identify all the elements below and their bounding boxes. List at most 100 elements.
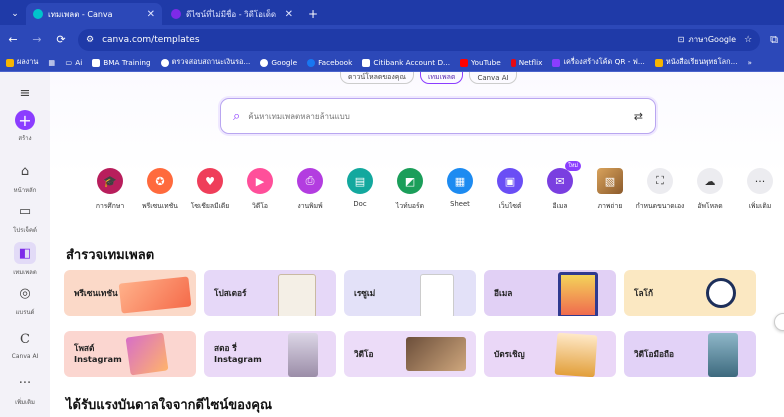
bookmark-item[interactable]: Google xyxy=(260,58,297,67)
sidebar-item-projects[interactable]: ▭ โปรเจ็คต์ xyxy=(0,200,50,235)
tab-search-icon[interactable]: ⌄ xyxy=(4,3,26,25)
doc-icon: ▤ xyxy=(347,168,373,194)
bookmark-item[interactable]: หนังสือเรียนพุทธโลก... xyxy=(654,57,738,68)
search-mode-tabs: ดาวน์โหลดของคุณ เทมเพลต Canva AI xyxy=(340,72,517,84)
tab-templates[interactable]: เทมเพลต xyxy=(420,72,464,84)
template-tile-resume[interactable]: เรซูเม่ xyxy=(344,270,476,316)
template-tile-email[interactable]: อีเมล xyxy=(484,270,616,316)
upload-icon: ☁ xyxy=(697,168,723,194)
template-tile-poster[interactable]: โปสเตอร์ xyxy=(204,270,336,316)
template-tile-instagram-post[interactable]: โพสต์ Instagram xyxy=(64,331,196,377)
tab-your-content[interactable]: ดาวน์โหลดของคุณ xyxy=(340,72,414,84)
bookmark-item[interactable]: ▭ Ai xyxy=(65,58,82,67)
canva-ai-icon: C xyxy=(20,331,30,347)
search-icon: ⌕ xyxy=(233,108,241,124)
site-info-icon[interactable]: ⚙ xyxy=(86,35,94,45)
more-bookmarks-icon[interactable]: » xyxy=(748,58,752,67)
tile-label: เรซูเม่ xyxy=(354,287,376,298)
brand-icon: ◎ xyxy=(19,285,31,301)
facebook-icon xyxy=(307,58,316,67)
bookmarks-bar: ผลงาน ▦ ▭ Ai BMA Training ตรวจสอบสถานะเงิ… xyxy=(0,54,784,72)
templates-icon: ◧ xyxy=(14,242,36,264)
sidebar-item-label: สร้าง xyxy=(18,135,32,142)
resume-thumbnail xyxy=(420,274,454,316)
template-tile-logo[interactable]: โลโก้ xyxy=(624,270,756,316)
sidebar-item-create[interactable]: + สร้าง xyxy=(0,110,50,143)
template-search-box[interactable]: ⌕ ค้นหาเทมเพลตหลายล้านแบบ ⇄ xyxy=(220,98,656,134)
video-icon: ▶ xyxy=(247,168,273,194)
tile-label: วิดีโอมือถือ xyxy=(634,348,674,359)
social-media-icon: ♥ xyxy=(197,168,223,194)
invitation-thumbnail xyxy=(554,332,598,377)
inspiration-heading: ได้รับแรงบันดาลใจจากดีไซน์ของคุณ xyxy=(66,398,273,413)
bookmark-item[interactable]: Netflix xyxy=(510,58,542,67)
sidebar-item-brand[interactable]: ◎ แบรนด์ xyxy=(0,282,50,317)
presentation-thumbnail xyxy=(118,276,192,314)
translate-button[interactable]: ⊡ ภาษาGoogle xyxy=(678,33,736,46)
instagram-story-thumbnail xyxy=(288,333,318,377)
website-icon: ▣ xyxy=(497,168,523,194)
canva-favicon-icon xyxy=(33,9,43,19)
search-input[interactable]: ค้นหาเทมเพลตหลายล้านแบบ xyxy=(248,110,626,123)
new-tab-button[interactable]: + xyxy=(302,3,324,25)
sidebar-item-home[interactable]: ⌂ หน้าหลัก xyxy=(0,160,50,195)
tile-label: โพสต์ Instagram xyxy=(74,343,122,364)
bookmark-item[interactable]: BMA Training xyxy=(92,58,151,67)
bookmark-icon xyxy=(160,58,169,67)
filter-icon[interactable]: ⇄ xyxy=(634,110,643,123)
bookmark-item[interactable]: เครื่องสร้างโค้ด QR - ฟ... xyxy=(552,57,645,68)
bookmark-item[interactable]: ผลงาน xyxy=(6,57,38,68)
tab-title: เทมเพลต - Canva xyxy=(48,9,113,19)
folder-icon: ▭ xyxy=(65,58,73,67)
browser-tab-canva-templates[interactable]: เทมเพลต - Canva ✕ xyxy=(26,3,162,25)
logo-thumbnail xyxy=(706,278,736,308)
sidebar-item-label: แบรนด์ xyxy=(15,309,35,316)
translate-icon: ⊡ xyxy=(677,35,685,44)
tile-label: บัตรเชิญ xyxy=(494,348,525,359)
google-icon xyxy=(260,58,269,67)
bookmark-icon xyxy=(654,58,663,67)
bookmark-item[interactable]: Facebook xyxy=(307,58,352,67)
category-more[interactable]: ··· เพิ่มเติม xyxy=(730,168,784,211)
address-bar[interactable]: ⚙ canva.com/templates ⊡ ภาษาGoogle ☆ xyxy=(78,28,761,51)
education-icon: 🎓 xyxy=(97,168,123,194)
whiteboard-icon: ◩ xyxy=(397,168,423,194)
close-tab-icon[interactable]: ✕ xyxy=(285,9,293,20)
qr-icon xyxy=(552,58,561,67)
scroll-next-button[interactable] xyxy=(774,313,784,331)
sidebar-item-canva-ai[interactable]: C Canva AI xyxy=(0,328,50,361)
bookmark-item[interactable]: YouTube xyxy=(460,58,501,67)
browser-tab-untitled-design[interactable]: ดีไซน์ที่ไม่มีชื่อ - วิดีโอเด็ด ✕ xyxy=(164,3,300,25)
bookmark-icon xyxy=(362,58,371,67)
close-tab-icon[interactable]: ✕ xyxy=(147,9,155,20)
tab-canva-ai[interactable]: Canva AI xyxy=(469,72,517,84)
extensions-icon[interactable]: ⧉ xyxy=(770,33,778,47)
reload-icon[interactable]: ⟳ xyxy=(54,33,68,46)
tile-label: วิดีโอ xyxy=(354,348,374,359)
sidebar-item-more[interactable]: ··· เพิ่มเติม xyxy=(0,372,50,407)
sidebar-item-templates[interactable]: ◧ เทมเพลต xyxy=(0,242,50,277)
back-icon[interactable]: ← xyxy=(6,33,20,46)
sidebar-menu-button[interactable]: ≡ xyxy=(0,82,50,104)
template-tile-mobile-video[interactable]: วิดีโอมือถือ xyxy=(624,331,756,377)
presentation-icon: ✪ xyxy=(147,168,173,194)
sheet-icon: ▦ xyxy=(447,168,473,194)
template-tile-invitation[interactable]: บัตรเชิญ xyxy=(484,331,616,377)
bookmark-item[interactable]: Citibank Account D... xyxy=(362,58,450,67)
email-icon: ✉ ใหม่ xyxy=(547,161,581,194)
forward-icon[interactable]: → xyxy=(30,33,44,46)
tile-label: โลโก้ xyxy=(634,287,654,298)
bookmark-star-icon[interactable]: ☆ xyxy=(744,35,752,45)
apps-grid-icon[interactable]: ▦ xyxy=(48,58,55,67)
tile-label: สตอ รี่ Instagram xyxy=(214,343,262,364)
template-tile-video[interactable]: วิดีโอ xyxy=(344,331,476,377)
netflix-icon xyxy=(510,58,516,67)
template-tile-presentation[interactable]: พรีเซนเทชัน xyxy=(64,270,196,316)
template-tile-instagram-story[interactable]: สตอ รี่ Instagram xyxy=(204,331,336,377)
tile-label: โปสเตอร์ xyxy=(214,287,247,298)
bookmark-item[interactable]: ตรวจสอบสถานะเงินรอ... xyxy=(160,57,250,68)
new-badge: ใหม่ xyxy=(565,161,581,171)
hamburger-icon: ≡ xyxy=(19,85,31,101)
translate-label: ภาษาGoogle xyxy=(688,35,737,44)
more-icon: ··· xyxy=(18,375,32,391)
